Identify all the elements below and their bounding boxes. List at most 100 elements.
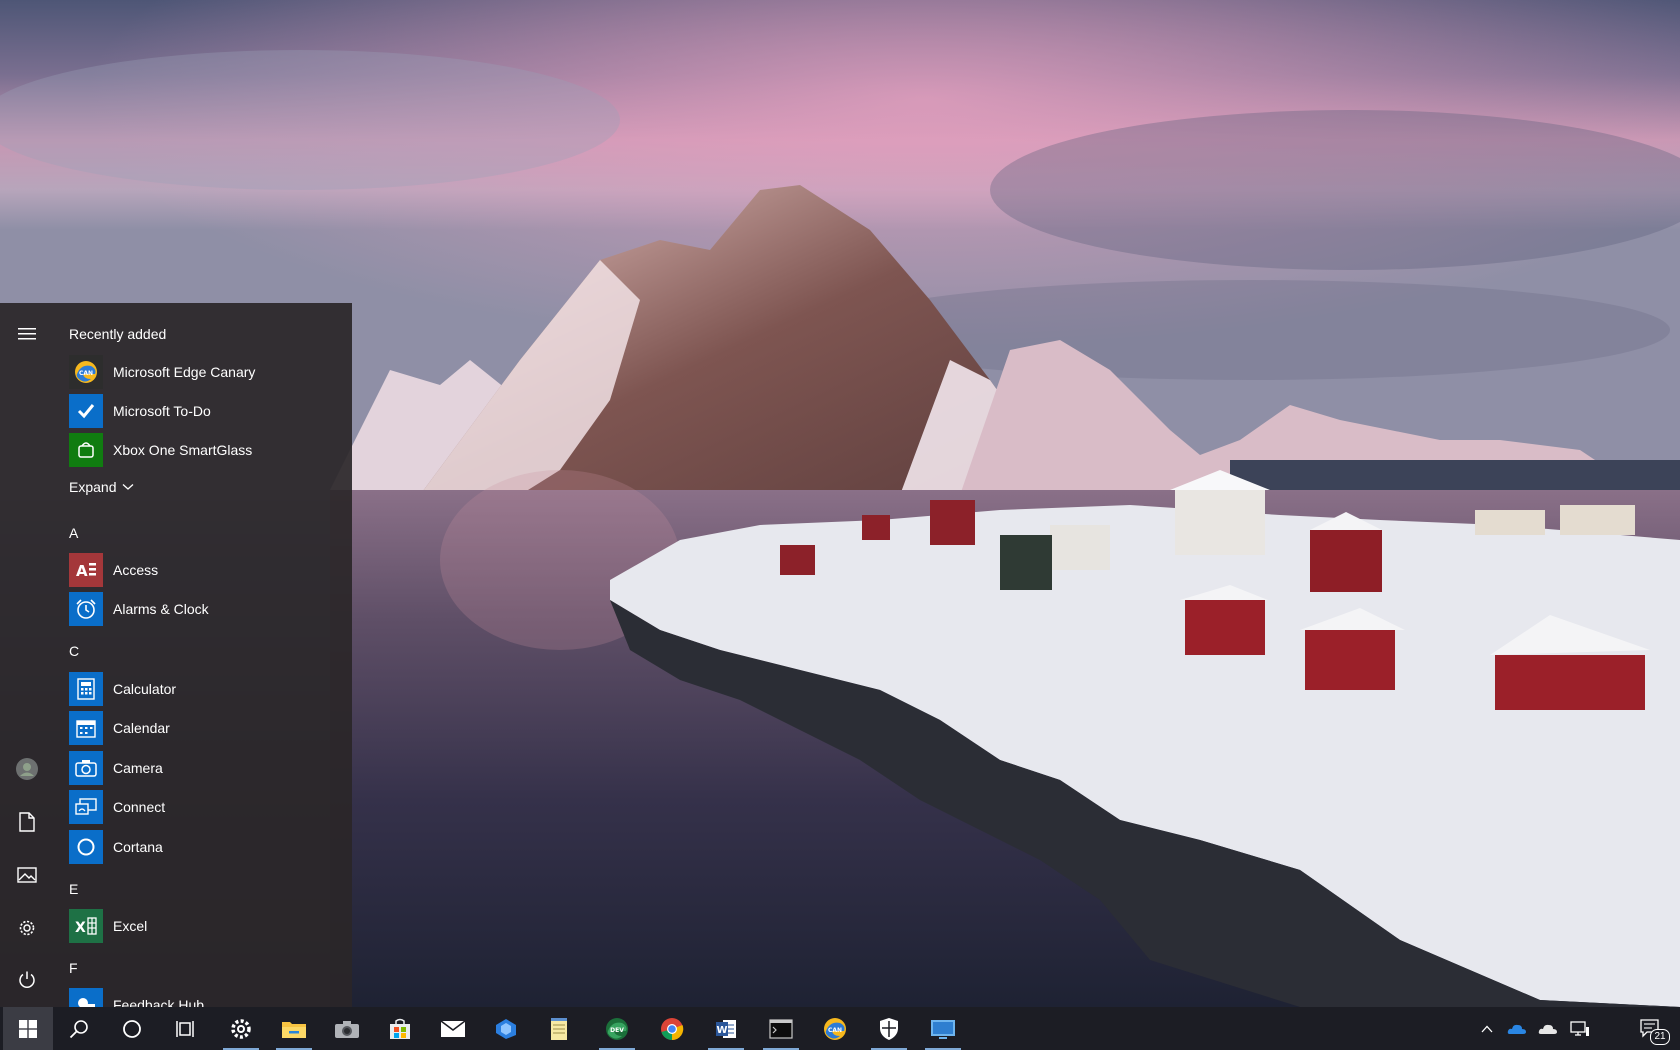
calendar-icon — [69, 711, 103, 745]
task-view-icon — [176, 1020, 194, 1037]
word-icon: W — [716, 1019, 736, 1038]
chrome-icon — [661, 1017, 684, 1040]
settings-button[interactable] — [0, 904, 54, 952]
notepad-icon — [551, 1017, 567, 1040]
app-label: Camera — [113, 760, 163, 776]
app-calendar[interactable]: Calendar — [69, 709, 339, 747]
taskbar-word[interactable]: W — [702, 1007, 750, 1050]
taskbar-camera[interactable] — [323, 1007, 371, 1050]
excel-icon: X — [69, 909, 103, 943]
chevron-down-icon — [123, 484, 134, 490]
app-label: Access — [113, 562, 159, 578]
windows-security-icon — [880, 1017, 898, 1040]
calculator-icon — [69, 672, 103, 706]
hamburger-menu-icon — [18, 328, 36, 340]
expand-label: Expand — [69, 479, 117, 495]
cortana-button[interactable] — [108, 1007, 156, 1050]
user-account-button[interactable] — [0, 745, 54, 793]
power-button[interactable] — [0, 956, 54, 1004]
svg-text:CAN: CAN — [79, 370, 93, 377]
app-microsoft-to-do[interactable]: Microsoft To-Do — [69, 392, 339, 430]
app-cortana[interactable]: Cortana — [69, 828, 339, 866]
cortana-circle-icon — [123, 1019, 141, 1038]
svg-text:W: W — [716, 1025, 727, 1036]
app-camera[interactable]: Camera — [69, 749, 339, 787]
network-icon — [1570, 1020, 1589, 1036]
app-microsoft-edge-canary[interactable]: CAN Microsoft Edge Canary — [69, 353, 339, 391]
taskbar-edge-dev[interactable]: DEV — [593, 1007, 641, 1050]
onedrive-blue-icon — [1507, 1024, 1526, 1034]
app-access[interactable]: A Access — [69, 551, 339, 589]
taskbar-notepad[interactable] — [535, 1007, 583, 1050]
mail-icon — [440, 1019, 466, 1037]
group-header-e[interactable]: E — [69, 881, 78, 897]
pictures-button[interactable] — [0, 851, 54, 899]
group-header-a[interactable]: A — [69, 525, 78, 541]
network-tray-button[interactable] — [1565, 1007, 1595, 1050]
microsoft-store-icon — [390, 1018, 410, 1039]
taskbar-microsoft-store[interactable] — [376, 1007, 424, 1050]
camera-icon — [69, 751, 103, 785]
svg-text:X: X — [75, 920, 86, 936]
taskbar-terminal[interactable] — [757, 1007, 805, 1050]
app-label: Xbox One SmartGlass — [113, 442, 253, 458]
alarm-clock-icon — [69, 592, 103, 626]
search-button[interactable] — [55, 1007, 103, 1050]
action-center-button[interactable]: 21 — [1628, 1007, 1674, 1050]
svg-text:CAN: CAN — [828, 1027, 842, 1034]
taskbar-settings[interactable] — [217, 1007, 265, 1050]
start-windows-icon — [19, 1019, 37, 1038]
app-feedback-hub[interactable]: Feedback Hub — [69, 986, 339, 1007]
taskbar-edge-canary[interactable]: CAN — [811, 1007, 859, 1050]
access-icon: A — [69, 553, 103, 587]
app-label: Calculator — [113, 681, 177, 697]
taskbar-visual-studio[interactable] — [482, 1007, 530, 1050]
remote-desktop-icon — [931, 1019, 955, 1039]
taskbar-file-explorer[interactable] — [270, 1007, 318, 1050]
edge-canary-icon: CAN — [824, 1017, 846, 1040]
taskbar-mail[interactable] — [429, 1007, 477, 1050]
app-calculator[interactable]: Calculator — [69, 670, 339, 708]
group-header-f[interactable]: F — [69, 960, 78, 976]
app-excel[interactable]: X Excel — [69, 907, 339, 945]
start-menu-rail — [0, 303, 54, 1007]
xbox-smartglass-icon — [69, 433, 103, 467]
svg-text:DEV: DEV — [610, 1027, 624, 1034]
app-connect[interactable]: Connect — [69, 788, 339, 826]
taskbar: DEV W CAN 21 — [0, 1007, 1680, 1050]
app-label: Excel — [113, 918, 148, 934]
app-label: Connect — [113, 799, 166, 815]
recently-added-heading: Recently added — [69, 326, 167, 342]
show-hidden-icons-button[interactable] — [1475, 1007, 1499, 1050]
app-alarms-clock[interactable]: Alarms & Clock — [69, 590, 339, 628]
app-label: Feedback Hub — [113, 997, 205, 1007]
app-label: Cortana — [113, 839, 163, 855]
edge-dev-icon: DEV — [606, 1017, 628, 1040]
onedrive-personal-tray-button[interactable] — [1534, 1007, 1562, 1050]
file-explorer-icon — [282, 1021, 306, 1038]
notification-count-badge: 21 — [1650, 1029, 1670, 1045]
expand-button[interactable]: Expand — [69, 479, 134, 495]
onedrive-white-icon — [1538, 1024, 1557, 1034]
search-icon — [69, 1019, 88, 1038]
documents-button[interactable] — [0, 798, 54, 846]
app-xbox-one-smartglass[interactable]: Xbox One SmartGlass — [69, 431, 339, 469]
camera-icon — [335, 1020, 359, 1038]
chevron-up-icon — [1481, 1025, 1493, 1032]
todo-check-icon — [69, 394, 103, 428]
terminal-icon — [769, 1018, 793, 1039]
settings-gear-icon — [19, 920, 35, 936]
taskbar-remote-desktop[interactable] — [919, 1007, 967, 1050]
taskbar-windows-security[interactable] — [865, 1007, 913, 1050]
group-header-c[interactable]: C — [69, 643, 79, 659]
app-label: Calendar — [113, 720, 170, 736]
app-label: Microsoft Edge Canary — [113, 364, 256, 380]
cortana-icon — [69, 830, 103, 864]
onedrive-business-tray-button[interactable] — [1503, 1007, 1531, 1050]
documents-icon — [19, 812, 35, 832]
app-label: Alarms & Clock — [113, 601, 209, 617]
task-view-button[interactable] — [161, 1007, 209, 1050]
hamburger-menu-button[interactable] — [0, 310, 54, 358]
taskbar-chrome[interactable] — [648, 1007, 696, 1050]
start-button[interactable] — [3, 1007, 53, 1050]
